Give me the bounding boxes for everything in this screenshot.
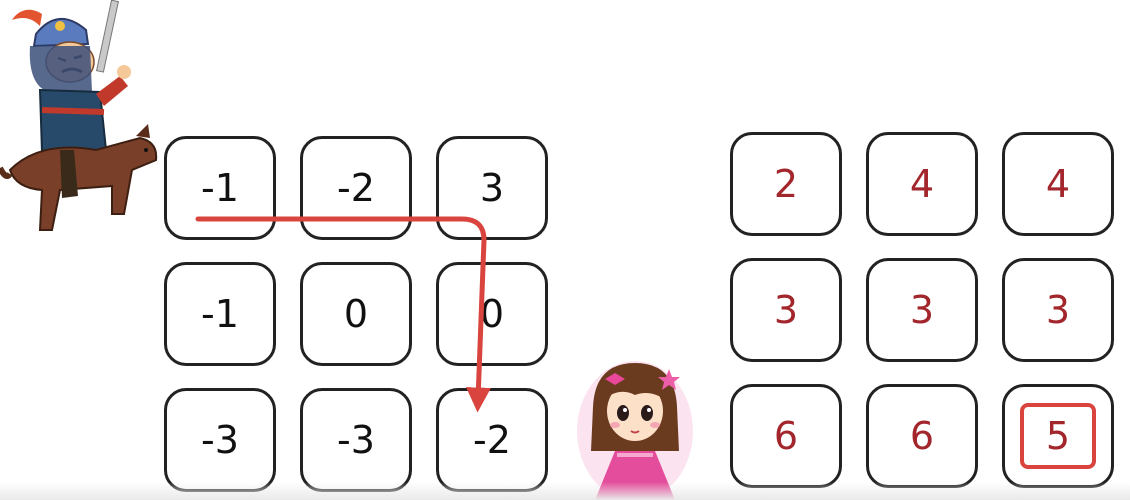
highlighted-value: 5 [1020, 403, 1096, 469]
right-number-grid: 2 4 4 3 3 3 6 6 5 [730, 132, 1114, 488]
grid-cell: 4 [1002, 132, 1114, 236]
grid-cell: 0 [436, 262, 548, 366]
grid-cell: 3 [730, 258, 842, 362]
knight-on-horse-illustration [0, 0, 158, 231]
grid-cell: -2 [300, 136, 412, 240]
grid-cell: 3 [1002, 258, 1114, 362]
princess-illustration [577, 361, 693, 500]
grid-cell: -3 [164, 388, 276, 492]
grid-cell: 0 [300, 262, 412, 366]
grid-cell: 6 [730, 384, 842, 488]
grid-cell: 3 [436, 136, 548, 240]
grid-cell: 3 [866, 258, 978, 362]
highlighted-grid-cell: 5 [1002, 384, 1114, 488]
grid-cell: 2 [730, 132, 842, 236]
grid-cell: -1 [164, 136, 276, 240]
grid-cell: -1 [164, 262, 276, 366]
grid-cell: -2 [436, 388, 548, 492]
left-number-grid: -1 -2 3 -1 0 0 -3 -3 -2 [164, 136, 548, 492]
bottom-edge [0, 482, 1130, 500]
grid-cell: -3 [300, 388, 412, 492]
grid-cell: 4 [866, 132, 978, 236]
grid-cell: 6 [866, 384, 978, 488]
stage: -1 -2 3 -1 0 0 -3 -3 -2 2 4 4 3 3 3 6 6 … [0, 0, 1130, 500]
